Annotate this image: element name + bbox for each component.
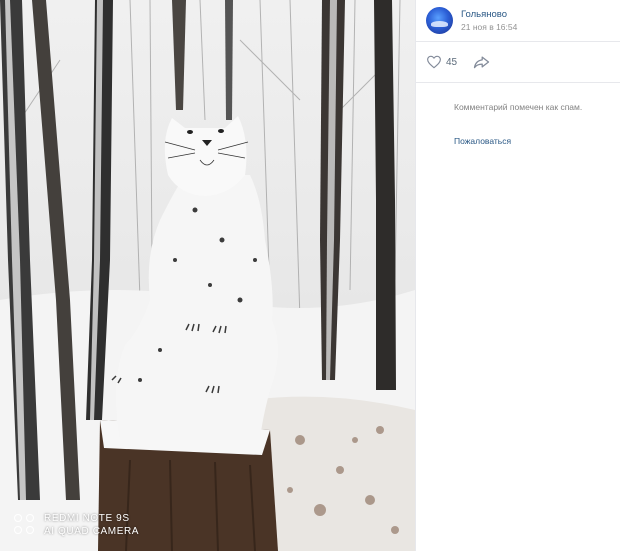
watermark-line-2: AI QUAD CAMERA <box>44 526 140 537</box>
post-photo[interactable]: REDMI NOTE 9S AI QUAD CAMERA <box>0 0 415 551</box>
camera-watermark: REDMI NOTE 9S AI QUAD CAMERA <box>14 512 139 538</box>
like-count: 45 <box>446 57 458 68</box>
author-name[interactable]: Гольяново <box>461 9 507 20</box>
camera-logo-icon <box>14 514 36 536</box>
post-date[interactable]: 21 ноя в 16:54 <box>461 22 517 32</box>
spam-notice: Комментарий помечен как спам. <box>454 102 583 112</box>
heart-icon[interactable] <box>426 55 442 69</box>
post-actions: 45 <box>416 42 620 83</box>
avatar[interactable] <box>426 7 453 34</box>
share-arrow-icon[interactable] <box>473 55 490 69</box>
post-header: Гольяново 21 ноя в 16:54 <box>416 0 620 42</box>
report-link[interactable]: Пожаловаться <box>454 136 511 146</box>
snow-cat-photo <box>0 0 415 551</box>
watermark-line-1: REDMI NOTE 9S <box>44 513 130 524</box>
post-side-panel: Гольяново 21 ноя в 16:54 45 Комментарий … <box>415 0 620 551</box>
